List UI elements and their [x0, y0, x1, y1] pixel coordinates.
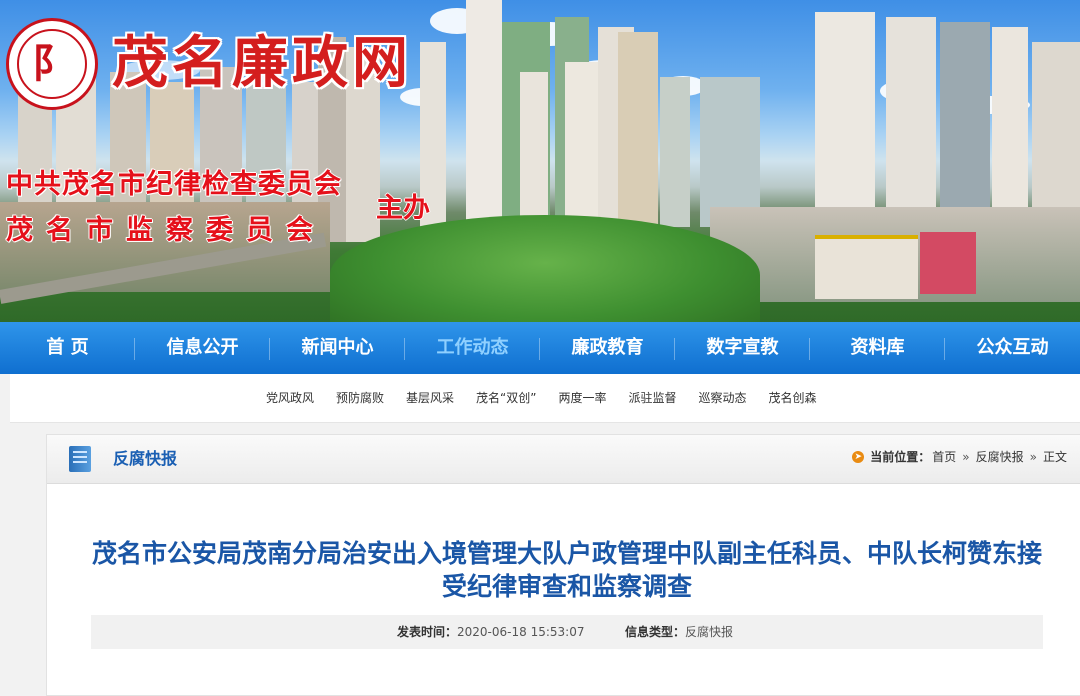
breadcrumb: ➤ 当前位置： 首页 » 反腐快报 » 正文 — [852, 435, 1067, 479]
nav-item-digital-education[interactable]: 数字宣教 — [675, 322, 810, 374]
breadcrumb-separator: » — [962, 450, 970, 464]
nav-item-work-updates[interactable]: 工作动态 — [405, 322, 540, 374]
logo-mark-icon: 阝 — [32, 40, 72, 87]
site-title: 茂名廉政网 — [112, 30, 412, 96]
nav-label: 工作动态 — [436, 337, 509, 358]
column-header: 反腐快报 ➤ 当前位置： 首页 » 反腐快报 » 正文 — [47, 435, 1080, 484]
main-nav: 首 页 信息公开 新闻中心 工作动态 廉政教育 数字宣教 资料库 公众互动 — [0, 322, 1080, 374]
site-logo[interactable]: 阝 — [6, 18, 98, 110]
nav-label: 廉政教育 — [571, 337, 644, 358]
organizer-line-1: 中共茂名市纪律检查委员会 — [6, 169, 342, 200]
organizer-line-2: 茂名市监察委员会 — [6, 215, 326, 246]
nav-label: 公众互动 — [976, 337, 1049, 358]
nav-item-integrity-education[interactable]: 廉政教育 — [540, 322, 675, 374]
breadcrumb-home[interactable]: 首页 — [932, 435, 956, 479]
building — [1032, 42, 1080, 232]
location-label: 当前位置： — [870, 450, 931, 464]
host-label: 主办 — [376, 193, 430, 224]
building — [815, 12, 875, 222]
sub-nav-item[interactable]: 茂名“双创” — [476, 374, 536, 422]
building — [520, 72, 548, 222]
sub-nav-item[interactable]: 党风政风 — [266, 374, 314, 422]
nav-item-library[interactable]: 资料库 — [810, 322, 945, 374]
billboard — [920, 232, 976, 294]
nav-item-public-interaction[interactable]: 公众互动 — [945, 322, 1080, 374]
building — [992, 27, 1028, 227]
sub-nav-list: 党风政风 预防腐败 基层风采 茂名“双创” 两度一率 派驻监督 巡察动态 茂名创… — [266, 374, 839, 422]
building — [660, 77, 690, 227]
column-title: 反腐快报 — [113, 449, 178, 468]
sub-nav-item[interactable]: 预防腐败 — [336, 374, 384, 422]
building — [886, 17, 936, 222]
column-book-icon — [69, 446, 91, 472]
building — [565, 62, 599, 222]
breadcrumb-separator: » — [1029, 450, 1037, 464]
city-park — [330, 215, 760, 322]
sub-nav-item[interactable]: 基层风采 — [406, 374, 454, 422]
nav-label: 首 页 — [46, 337, 89, 358]
article-panel: 反腐快报 ➤ 当前位置： 首页 » 反腐快报 » 正文 茂名市公安局茂南分局治安… — [46, 434, 1080, 696]
nav-label: 数字宣教 — [706, 337, 779, 358]
location-arrow-icon: ➤ — [852, 451, 865, 463]
type-info: 信息类型：反腐快报 — [625, 615, 733, 649]
nav-label: 新闻中心 — [301, 337, 374, 358]
building — [700, 77, 760, 227]
nav-label: 资料库 — [850, 337, 905, 358]
building — [466, 0, 502, 222]
nav-item-news-center[interactable]: 新闻中心 — [270, 322, 405, 374]
nav-label: 信息公开 — [166, 337, 239, 358]
article-meta: 发表时间：2020-06-18 15:53:07 信息类型：反腐快报 — [91, 615, 1043, 649]
type-value: 反腐快报 — [685, 625, 734, 639]
sub-nav-item[interactable]: 茂名创森 — [769, 374, 817, 422]
publish-time: 2020-06-18 15:53:07 — [457, 625, 585, 639]
header-banner: 阝 茂名廉政网 中共茂名市纪律检查委员会 茂名市监察委员会 主办 — [0, 0, 1080, 322]
publish-info: 发表时间：2020-06-18 15:53:07 — [397, 615, 584, 649]
nav-item-info-disclosure[interactable]: 信息公开 — [135, 322, 270, 374]
sub-nav-item[interactable]: 巡察动态 — [699, 374, 747, 422]
sub-nav-item[interactable]: 派驻监督 — [629, 374, 677, 422]
building — [940, 22, 990, 227]
breadcrumb-column[interactable]: 反腐快报 — [976, 435, 1024, 479]
breadcrumb-current: 正文 — [1042, 450, 1067, 464]
building — [618, 32, 658, 227]
article-title: 茂名市公安局茂南分局治安出入境管理大队户政管理中队副主任科员、中队长柯赞东接受纪… — [91, 539, 1042, 601]
type-label: 信息类型： — [625, 625, 686, 639]
sub-nav: 党风政风 预防腐败 基层风采 茂名“双创” 两度一率 派驻监督 巡察动态 茂名创… — [10, 374, 1080, 423]
nav-item-home[interactable]: 首 页 — [0, 322, 135, 374]
publish-label: 发表时间： — [397, 625, 458, 639]
sub-nav-item[interactable]: 两度一率 — [558, 374, 606, 422]
billboard — [815, 235, 918, 299]
